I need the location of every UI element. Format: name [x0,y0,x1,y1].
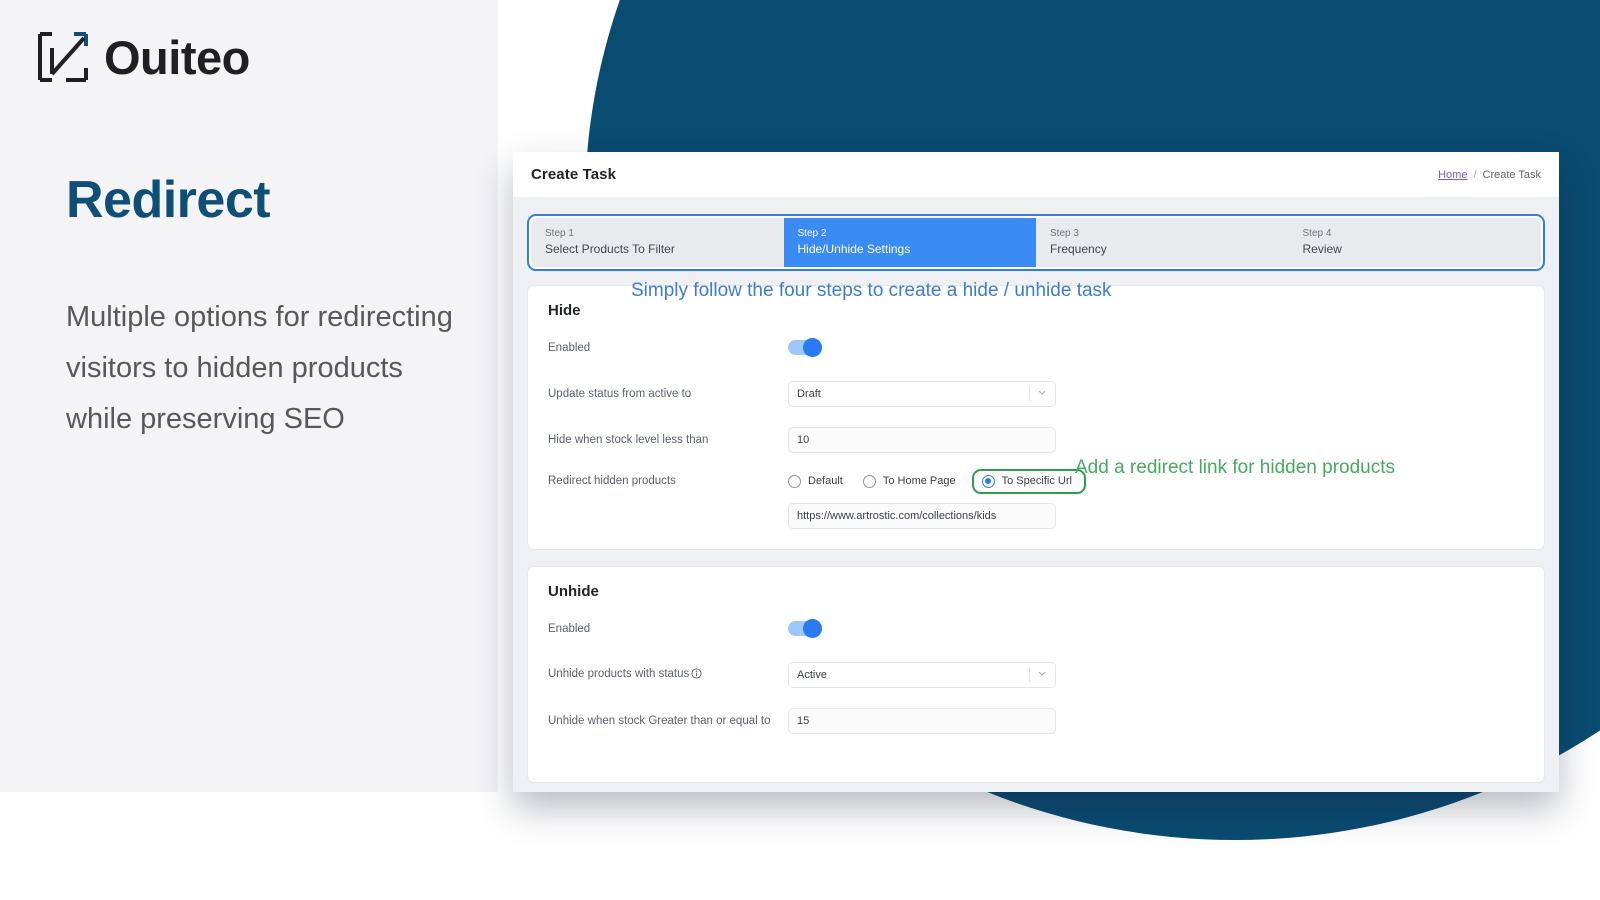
step-3-number: Step 3 [1050,228,1079,239]
unhide-enabled-toggle[interactable] [788,619,822,639]
hide-enabled-label: Enabled [548,341,591,354]
step-4-number: Step 4 [1302,228,1332,239]
hide-status-value: Draft [797,387,821,400]
bracket-arrow-icon [36,30,90,84]
page-title: Create Task [531,166,617,183]
step-4-label: Review [1302,241,1342,256]
unhide-status-label-text: Unhide products with status [548,667,690,680]
unhide-card: Unhide Enabled Unhide products with stat… [527,565,1545,783]
info-icon[interactable] [691,668,702,682]
radio-to-home-page[interactable]: To Home Page [862,474,956,488]
hide-status-select[interactable]: Draft [788,380,1056,407]
hide-stock-row: Hide when stock level less than 10 [548,423,1524,457]
brand-name: Ouiteo [104,30,250,84]
unhide-status-row: Unhide products with status Active [548,658,1524,692]
hide-status-row: Update status from active to Draft [548,377,1524,411]
chevron-down-icon [1037,668,1047,681]
unhide-stock-row: Unhide when stock Greater than or equal … [548,704,1524,738]
brand-logo: Ouiteo [36,30,250,84]
radio-to-specific-url[interactable]: To Specific Url [971,468,1086,494]
hide-card: Hide Enabled Update status from active t… [527,284,1545,550]
hide-enabled-row: Enabled [548,331,1524,365]
unhide-enabled-row: Enabled [548,612,1524,646]
select-divider [1029,386,1030,401]
redirect-url-input[interactable]: https://www.artrostic.com/collections/ki… [788,502,1056,529]
step-1-label: Select Products To Filter [545,241,675,256]
step-3-label: Frequency [1050,241,1107,256]
unhide-stock-input[interactable]: 15 [788,707,1056,734]
annotation-green: Add a redirect link for hidden products [1075,457,1396,478]
breadcrumb-current: Create Task [1482,168,1542,181]
step-2-number: Step 2 [797,228,827,239]
step-3[interactable]: Step 3 Frequency [1036,218,1289,267]
annotation-blue: Simply follow the four steps to create a… [631,280,1112,301]
radio-dot-icon [981,474,995,488]
radio-dot-icon [862,474,876,488]
radio-to-home-page-label: To Home Page [882,475,956,488]
breadcrumb: Home / Create Task [1438,169,1541,181]
unhide-enabled-label: Enabled [548,622,591,635]
redirect-radio-group: Default To Home Page To Specific Url [788,468,1086,494]
hide-redirect-label: Redirect hidden products [548,474,676,487]
unhide-card-title: Unhide [548,582,599,600]
unhide-status-select[interactable]: Active [788,661,1056,688]
select-divider [1029,667,1030,682]
unhide-status-label: Unhide products with status [548,668,788,682]
unhide-status-value: Active [797,668,827,681]
radio-default-label: Default [808,475,843,488]
radio-default[interactable]: Default [788,474,843,488]
hide-enabled-toggle[interactable] [788,338,822,358]
radio-to-specific-url-label: To Specific Url [1001,475,1072,488]
unhide-stock-label: Unhide when stock Greater than or equal … [548,714,771,727]
step-2[interactable]: Step 2 Hide/Unhide Settings [783,218,1036,267]
hide-status-label: Update status from active to [548,387,692,400]
chevron-down-icon [1037,387,1047,400]
breadcrumb-separator: / [1473,168,1477,181]
hide-stock-input[interactable]: 10 [788,426,1056,453]
promo-body-clipped-line: . [66,494,466,512]
promo-body: Multiple options for redirecting visitor… [66,301,453,435]
step-1-number: Step 1 [545,228,574,239]
radio-dot-icon [788,474,801,488]
step-2-label: Hide/Unhide Settings [797,241,911,256]
app-screenshot-card: Create Task Home / Create Task Step 1 Se… [513,152,1559,792]
hide-card-title: Hide [548,301,581,319]
hide-stock-label: Hide when stock level less than [548,433,709,446]
promo-headline: Redirect [66,171,271,229]
step-1[interactable]: Step 1 Select Products To Filter [531,218,784,267]
app-header: Create Task Home / Create Task [513,152,1559,198]
step-4[interactable]: Step 4 Review [1288,218,1541,267]
breadcrumb-home-link[interactable]: Home [1438,169,1467,181]
stepper: Step 1 Select Products To Filter Step 2 … [527,214,1545,271]
